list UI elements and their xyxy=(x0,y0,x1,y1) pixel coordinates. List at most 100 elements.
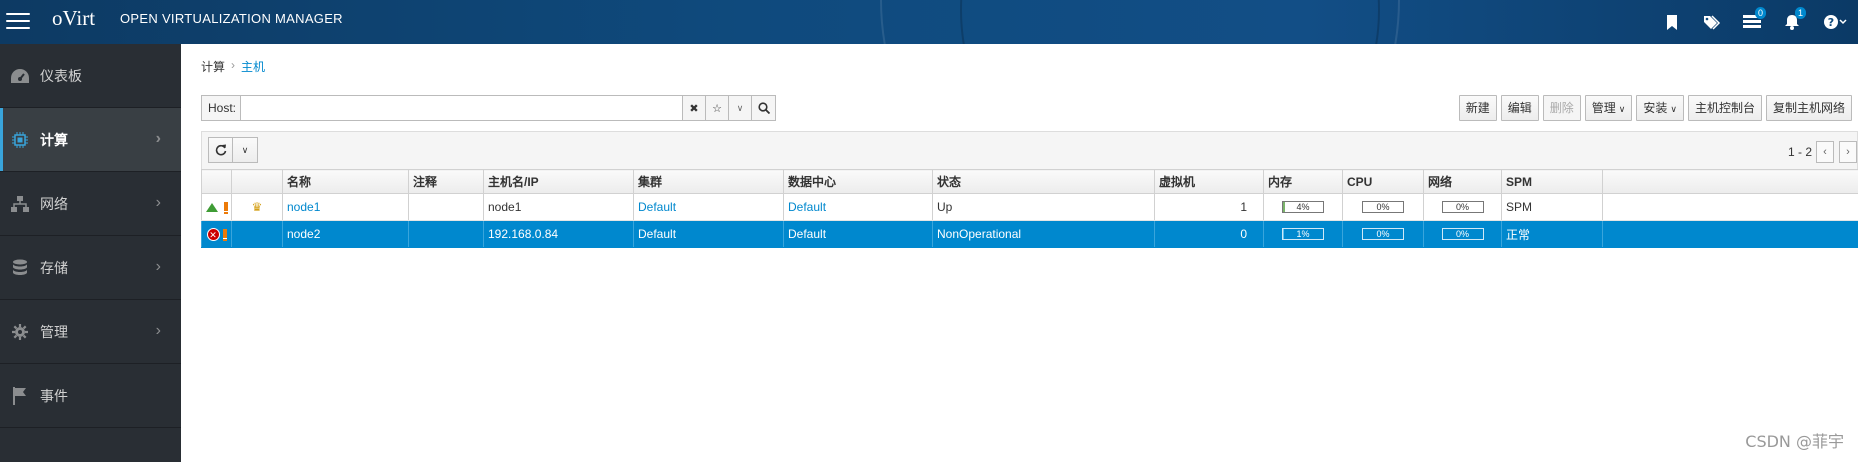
cpu-cell: 0% xyxy=(1342,193,1424,221)
edit-button[interactable]: 编辑 xyxy=(1500,95,1539,121)
memory-usage-bar: 4% xyxy=(1282,201,1324,213)
install-label: 安装 xyxy=(1643,101,1668,115)
sidebar-item-admin[interactable]: 管理 › xyxy=(0,300,181,364)
search-input[interactable] xyxy=(240,95,684,121)
bell-icon[interactable]: 1 xyxy=(1772,0,1812,44)
filler-cell xyxy=(1602,220,1858,248)
memory-usage-bar: 1% xyxy=(1282,228,1324,240)
memory-usage-fill xyxy=(1283,202,1285,212)
sidebar: 仪表板 计算 › 网络 › 存储 › 管理 › 事件 xyxy=(0,44,181,462)
cpu-usage-text: 0% xyxy=(1376,202,1390,212)
column-header-cluster[interactable]: 集群 xyxy=(633,169,784,194)
help-icon[interactable]: ? xyxy=(1812,0,1858,44)
tasks-icon[interactable]: 0 xyxy=(1732,0,1772,44)
memory-cell: 1% xyxy=(1263,220,1343,248)
sidebar-item-label: 存储 xyxy=(40,259,68,276)
status-cell xyxy=(201,193,232,221)
previous-page-icon[interactable]: ‹ xyxy=(1816,141,1834,163)
refresh-icon[interactable] xyxy=(208,137,233,163)
next-page-icon[interactable]: › xyxy=(1839,141,1857,163)
host-name-link[interactable]: node1 xyxy=(287,200,320,214)
column-header-filler xyxy=(1602,169,1858,194)
clear-search-icon[interactable]: ✖ xyxy=(683,95,707,121)
datacenter-link[interactable]: Default xyxy=(788,200,826,214)
breadcrumb-parent[interactable]: 计算 xyxy=(201,58,225,75)
install-dropdown-button[interactable]: 安装 ∨ xyxy=(1636,95,1684,121)
column-header-cpu[interactable]: CPU xyxy=(1342,169,1424,194)
app-name: OPEN VIRTUALIZATION MANAGER xyxy=(120,11,343,26)
network-usage-bar: 0% xyxy=(1441,201,1484,213)
exclamation-icon xyxy=(222,228,227,241)
column-header-hostname[interactable]: 主机名/IP xyxy=(483,169,634,194)
column-header-comment[interactable]: 注释 xyxy=(408,169,484,194)
column-header-memory[interactable]: 内存 xyxy=(1263,169,1343,194)
sidebar-item-events[interactable]: 事件 xyxy=(0,364,181,428)
new-button[interactable]: 新建 xyxy=(1458,95,1497,121)
cluster-cell: Default xyxy=(633,220,784,248)
breadcrumb: 计算 › 主机 xyxy=(201,58,265,75)
state-cell: NonOperational xyxy=(932,220,1155,248)
bookmark-icon[interactable] xyxy=(1652,0,1692,44)
column-header-datacenter[interactable]: 数据中心 xyxy=(783,169,933,194)
cpu-usage-bar: 0% xyxy=(1362,228,1404,240)
memory-usage-text: 1% xyxy=(1296,229,1310,239)
cluster-link[interactable]: Default xyxy=(638,200,676,214)
column-header-network[interactable]: 网络 xyxy=(1423,169,1502,194)
table-row[interactable]: ♛ node1 node1 Default Default Up 1 4% 0%… xyxy=(201,193,1858,221)
search-icon[interactable] xyxy=(752,95,777,121)
bookmark-star-icon[interactable]: ☆ xyxy=(706,95,730,121)
sidebar-item-label: 仪表板 xyxy=(40,67,82,84)
sidebar-item-label: 网络 xyxy=(40,195,68,212)
hamburger-menu-icon[interactable] xyxy=(6,10,30,32)
manage-label: 管理 xyxy=(1591,101,1616,115)
cluster-link[interactable]: Default xyxy=(638,227,676,241)
tasks-badge: 0 xyxy=(1754,7,1766,19)
chevron-right-icon: › xyxy=(155,194,161,211)
vms-cell: 1 xyxy=(1154,193,1264,221)
pagination: 1 - 2 ‹ › xyxy=(1788,141,1857,163)
host-name-link[interactable]: node2 xyxy=(287,227,320,241)
flag-icon xyxy=(0,386,40,405)
sidebar-item-compute[interactable]: 计算 › xyxy=(0,108,181,172)
datacenter-cell: Default xyxy=(783,193,933,221)
sidebar-item-dashboard[interactable]: 仪表板 xyxy=(0,44,181,108)
column-header-status-text[interactable]: 状态 xyxy=(932,169,1155,194)
host-console-button[interactable]: 主机控制台 xyxy=(1687,95,1762,121)
chevron-right-icon: › xyxy=(155,258,161,275)
tags-icon[interactable] xyxy=(1692,0,1732,44)
error-icon: ✕ xyxy=(206,228,220,242)
column-header-vms[interactable]: 虚拟机 xyxy=(1154,169,1264,194)
datacenter-link[interactable]: Default xyxy=(788,227,826,241)
crown-icon: ♛ xyxy=(251,200,263,214)
datacenter-cell: Default xyxy=(783,220,933,248)
manage-dropdown-button[interactable]: 管理 ∨ xyxy=(1584,95,1633,121)
column-header-name[interactable]: 名称 xyxy=(282,169,409,194)
sidebar-item-label: 计算 xyxy=(40,131,68,148)
search-prefix-label: Host: xyxy=(201,95,241,121)
sidebar-item-network[interactable]: 网络 › xyxy=(0,172,181,236)
status-cell: ✕ xyxy=(201,220,232,248)
chevron-down-icon[interactable]: ∨ xyxy=(729,95,753,121)
sidebar-item-storage[interactable]: 存储 › xyxy=(0,236,181,300)
table-row[interactable]: ✕ node2 192.168.0.84 Default Default Non… xyxy=(201,220,1858,248)
copy-host-networks-button[interactable]: 复制主机网络 xyxy=(1765,95,1852,121)
flags-cell xyxy=(231,220,283,248)
breadcrumb-current: 主机 xyxy=(241,60,266,74)
ovirt-logo[interactable]: oVirt xyxy=(52,6,95,31)
filler-cell xyxy=(1602,193,1858,221)
refresh-interval-dropdown[interactable]: ∨ xyxy=(233,137,258,163)
caret-down-icon: ∨ xyxy=(1670,104,1677,114)
column-header-spm[interactable]: SPM xyxy=(1501,169,1603,194)
network-cell: 0% xyxy=(1423,193,1502,221)
database-icon xyxy=(0,259,40,277)
chevron-right-icon: › xyxy=(155,130,161,147)
grid-toolbar: ∨ 1 - 2 ‹ › xyxy=(201,131,1858,169)
name-cell: node2 xyxy=(282,220,409,248)
network-cell: 0% xyxy=(1423,220,1502,248)
network-usage-bar: 0% xyxy=(1441,228,1484,240)
gear-icon xyxy=(0,323,40,340)
remove-button[interactable]: 删除 xyxy=(1542,95,1581,121)
hostname-cell: node1 xyxy=(483,193,634,221)
dashboard-icon xyxy=(0,68,40,84)
spm-cell: 正常 xyxy=(1501,220,1603,248)
